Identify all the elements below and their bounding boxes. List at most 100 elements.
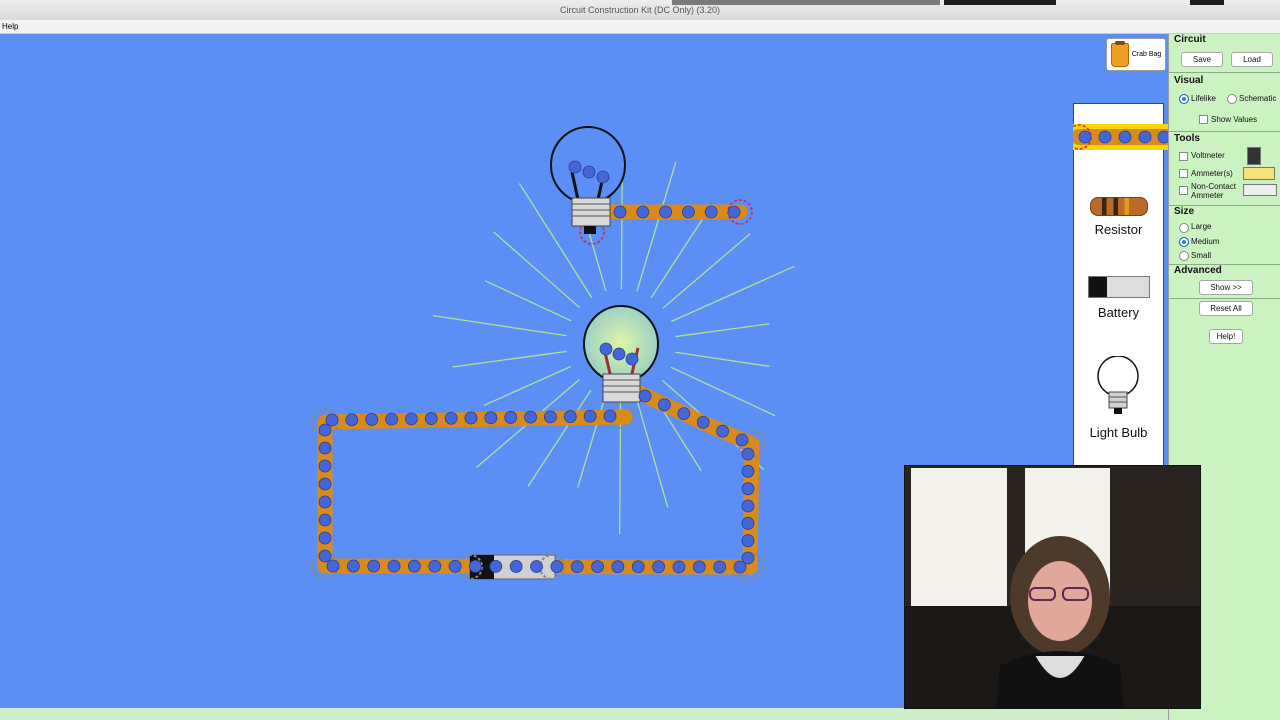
size-small-label[interactable]: Small <box>1191 251 1211 260</box>
voltmeter-checkbox[interactable] <box>1179 152 1188 161</box>
divider <box>1169 131 1280 132</box>
electron <box>672 560 686 574</box>
save-button[interactable]: Save <box>1181 52 1223 67</box>
webcam-window <box>911 468 1007 606</box>
electron <box>325 413 339 427</box>
show-values-label[interactable]: Show Values <box>1211 115 1257 124</box>
electron <box>741 482 755 496</box>
non-contact-ammeter-label[interactable]: Non-Contact Ammeter <box>1191 182 1241 200</box>
electron <box>741 447 755 461</box>
electron <box>464 411 478 425</box>
electron <box>424 412 438 425</box>
bottom-bar <box>0 708 1168 720</box>
advanced-show-button[interactable]: Show >> <box>1199 280 1253 295</box>
window-title: Circuit Construction Kit (DC Only) (3.20… <box>559 5 721 15</box>
electron <box>741 464 755 478</box>
bag-icon <box>1110 40 1129 67</box>
glow-ray <box>635 396 669 508</box>
electron <box>563 410 577 423</box>
glow-ray <box>675 351 770 368</box>
help-button[interactable]: Help! <box>1209 329 1243 344</box>
electron <box>484 411 498 425</box>
size-small-radio[interactable] <box>1179 251 1189 261</box>
electron <box>599 342 613 356</box>
electron <box>658 398 671 412</box>
glow-ray <box>636 161 677 292</box>
electron <box>716 424 729 438</box>
glow-ray <box>670 265 795 323</box>
electron <box>636 205 650 219</box>
electron <box>696 415 710 429</box>
size-large-label[interactable]: Large <box>1191 222 1211 231</box>
ammeter-checkbox[interactable] <box>1179 169 1188 178</box>
junctions[interactable] <box>311 403 766 581</box>
electron <box>428 559 442 573</box>
glow-ray <box>662 233 751 309</box>
battery-label[interactable]: Battery <box>1074 305 1163 320</box>
glow-ray <box>492 231 581 309</box>
electron <box>469 559 482 573</box>
battery-icon[interactable] <box>1088 276 1150 298</box>
electron <box>318 513 332 527</box>
electron <box>582 165 596 179</box>
electron <box>489 560 503 573</box>
electron <box>365 413 379 426</box>
glow-ray <box>433 314 567 337</box>
resistor-icon[interactable] <box>1090 197 1148 216</box>
electron <box>387 559 401 573</box>
size-large-radio[interactable] <box>1179 223 1189 233</box>
light-bulb-label[interactable]: Light Bulb <box>1074 425 1163 440</box>
electron <box>652 560 665 574</box>
electron <box>544 410 557 424</box>
visual-section-title: Visual <box>1174 75 1204 86</box>
electron <box>444 411 458 425</box>
glow-ray <box>527 389 592 487</box>
electron <box>318 441 332 455</box>
electron <box>612 347 626 361</box>
load-button[interactable]: Load <box>1231 52 1273 67</box>
electron <box>448 559 462 573</box>
schematic-label[interactable]: Schematic <box>1239 94 1276 103</box>
electron <box>625 352 639 366</box>
non-contact-ammeter-checkbox[interactable] <box>1179 186 1188 195</box>
glow-ray <box>452 350 567 368</box>
light-bulb-icon[interactable] <box>1096 356 1140 416</box>
electron <box>318 495 332 509</box>
electron <box>611 560 625 574</box>
electron <box>367 559 381 573</box>
electron <box>733 560 747 574</box>
electron <box>530 560 543 573</box>
voltmeter-label[interactable]: Voltmeter <box>1191 151 1225 160</box>
electron <box>524 410 537 424</box>
lifelike-radio[interactable] <box>1179 94 1189 104</box>
glow-ray <box>484 280 572 322</box>
non-contact-ammeter-icon <box>1243 184 1277 196</box>
lifelike-label[interactable]: Lifelike <box>1191 94 1216 103</box>
voltmeter-icon <box>1247 147 1261 165</box>
electron <box>613 205 627 219</box>
size-medium-radio[interactable] <box>1179 237 1189 247</box>
wire-drag-drawing <box>1066 124 1176 150</box>
circuit-section-title: Circuit <box>1174 34 1206 45</box>
reset-all-button[interactable]: Reset All <box>1199 301 1253 316</box>
show-values-checkbox[interactable] <box>1199 115 1208 124</box>
grab-bag-button[interactable]: Crab Bag <box>1106 38 1166 71</box>
wire-being-dragged[interactable] <box>1066 124 1176 150</box>
size-medium-label[interactable]: Medium <box>1191 237 1219 246</box>
divider <box>1169 298 1280 299</box>
divider <box>1169 72 1280 73</box>
tools-section-title: Tools <box>1174 133 1200 144</box>
resistor-label[interactable]: Resistor <box>1074 222 1163 237</box>
electron <box>596 170 610 184</box>
menu-help[interactable]: Help <box>2 22 18 31</box>
electron <box>682 205 695 219</box>
electron <box>509 560 523 573</box>
window-titlebar: Circuit Construction Kit (DC Only) (3.20… <box>0 0 1280 21</box>
schematic-radio[interactable] <box>1227 94 1237 104</box>
electron <box>713 560 727 574</box>
wires[interactable] <box>317 204 760 575</box>
electron <box>318 549 332 563</box>
ammeter-label[interactable]: Ammeter(s) <box>1191 169 1233 178</box>
electron <box>326 559 340 573</box>
glow-ray <box>675 323 770 338</box>
